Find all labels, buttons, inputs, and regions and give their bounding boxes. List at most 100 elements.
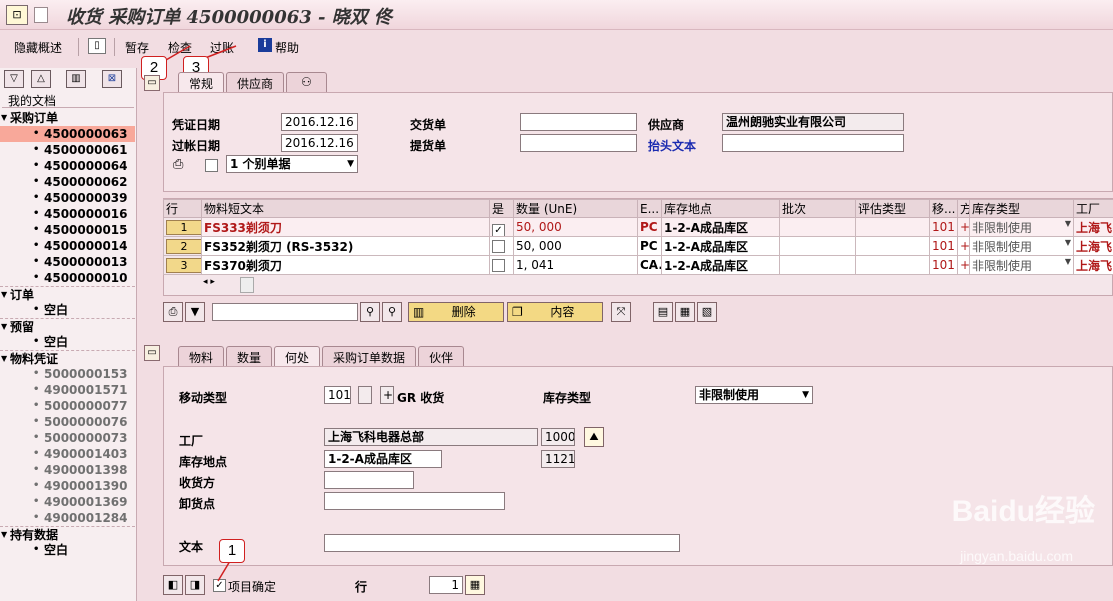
- grid-column-header[interactable]: 批次: [779, 199, 856, 218]
- ok-checkbox-cell[interactable]: ✓: [489, 217, 514, 237]
- unloading-point-field[interactable]: [324, 492, 505, 510]
- row-select-button[interactable]: 1: [166, 219, 201, 235]
- ok-checkbox-cell[interactable]: [489, 236, 514, 256]
- stock-type-select[interactable]: 非限制使用 ▼: [695, 386, 813, 404]
- grid-column-header[interactable]: 方: [957, 199, 970, 218]
- slip-option-select[interactable]: 1 个别单据 ▼: [226, 155, 358, 173]
- tree-item[interactable]: 4500000064: [0, 158, 135, 174]
- tab-people-icon[interactable]: ⚇: [286, 72, 327, 92]
- tree-item[interactable]: 4500000013: [0, 254, 135, 270]
- tree-group[interactable]: 持有数据: [0, 526, 135, 543]
- grid-cell-sloc[interactable]: 1-2-A成品库区: [661, 255, 780, 275]
- movement-type-field[interactable]: 101: [324, 386, 351, 404]
- tree-item[interactable]: 4500000014: [0, 238, 135, 254]
- ok-checkbox[interactable]: [492, 240, 505, 253]
- tree-item[interactable]: 4900001403: [0, 446, 135, 462]
- go-to-line-icon[interactable]: ▦: [465, 575, 485, 595]
- tree-item[interactable]: 4500000062: [0, 174, 135, 190]
- tree-item[interactable]: 4500000016: [0, 206, 135, 222]
- stock-type-cell[interactable]: 非限制使用 ▼: [969, 217, 1074, 237]
- expand-grid-icon[interactable]: ⤧: [611, 302, 631, 322]
- header-text-field[interactable]: [722, 134, 904, 152]
- line-field[interactable]: 1: [429, 576, 463, 594]
- tree-item[interactable]: 空白: [0, 542, 135, 558]
- filter-icon[interactable]: ▼: [185, 302, 205, 322]
- grid-cell-val[interactable]: [855, 217, 930, 237]
- storage-location-field[interactable]: 1-2-A成品库区: [324, 450, 442, 468]
- trash-icon[interactable]: ▥: [66, 70, 86, 88]
- row-select-button[interactable]: 2: [166, 238, 201, 254]
- notes-icon[interactable]: ▤: [653, 302, 673, 322]
- row-select-cell[interactable]: 2: [163, 236, 202, 256]
- tree-item[interactable]: 空白: [0, 334, 135, 350]
- tree-item[interactable]: 4500000063: [0, 126, 135, 142]
- grid-row[interactable]: 3FS370剃须刀 1, 041CA...1-2-A成品库区 101+非限制使用 ▼上…: [163, 255, 1113, 275]
- expand-icon[interactable]: ▽: [4, 70, 24, 88]
- new-document-icon[interactable]: ▯: [88, 38, 106, 54]
- grid-column-header[interactable]: 数量 (UnE): [513, 199, 638, 218]
- grid-print-icon[interactable]: ⎙: [163, 302, 183, 322]
- item-text-field[interactable]: [324, 534, 680, 552]
- find-next-icon[interactable]: ⚲: [382, 302, 402, 322]
- grid-scrollbar[interactable]: [240, 277, 254, 293]
- ok-checkbox[interactable]: ✓: [492, 223, 505, 236]
- tab-quantity[interactable]: 数量: [226, 346, 273, 366]
- tab-material[interactable]: 物料: [178, 346, 225, 366]
- stock-type-cell[interactable]: 非限制使用 ▼: [969, 255, 1074, 275]
- ok-checkbox[interactable]: [492, 259, 505, 272]
- tree-item[interactable]: 5000000073: [0, 430, 135, 446]
- ok-checkbox-cell[interactable]: [489, 255, 514, 275]
- grid-column-header[interactable]: 库存地点: [661, 199, 780, 218]
- collapse-icon[interactable]: △: [31, 70, 51, 88]
- tree-group[interactable]: 物料凭证: [0, 350, 135, 367]
- info-icon[interactable]: i: [258, 38, 272, 52]
- grid-column-header[interactable]: 移...: [929, 199, 958, 218]
- tab-general[interactable]: 常规: [178, 72, 225, 92]
- tree-item[interactable]: 4900001390: [0, 478, 135, 494]
- tree-group[interactable]: 预留: [0, 318, 135, 335]
- tree-group[interactable]: 订单: [0, 286, 135, 303]
- grid-cell-batch[interactable]: [779, 255, 856, 275]
- tree-item[interactable]: 5000000076: [0, 414, 135, 430]
- tree-item[interactable]: 4500000015: [0, 222, 135, 238]
- tab-partner[interactable]: 伙伴: [418, 346, 465, 366]
- grid-cell-qty[interactable]: 1, 041: [513, 255, 638, 275]
- header-text-link[interactable]: 抬头文本: [648, 137, 696, 154]
- grid-column-header[interactable]: 是: [489, 199, 514, 218]
- tree-item[interactable]: 4900001284: [0, 510, 135, 526]
- grid-cell-val[interactable]: [855, 236, 930, 256]
- delivery-note-field[interactable]: [520, 113, 637, 131]
- doc-date-field[interactable]: 2016.12.16: [281, 113, 358, 131]
- grid-column-header[interactable]: 工厂: [1073, 199, 1113, 218]
- grid-cell-batch[interactable]: [779, 236, 856, 256]
- tree-item[interactable]: 4500000039: [0, 190, 135, 206]
- grid-column-header[interactable]: 库存类型: [969, 199, 1074, 218]
- row-select-cell[interactable]: 3: [163, 255, 202, 275]
- print-checkbox[interactable]: [205, 159, 218, 172]
- plant-map-icon[interactable]: ⛰: [584, 427, 604, 447]
- tree-item[interactable]: 4500000010: [0, 270, 135, 286]
- menu-dropdown-icon[interactable]: [34, 7, 48, 23]
- tab-po-data[interactable]: 采购订单数据: [322, 346, 417, 366]
- grid-row[interactable]: 1 FS333剃须刀 ✓ 50, 000 PC 1-2-A成品库区 101 + 非限制使用 ▼ 上海…: [163, 217, 1113, 237]
- grid-cell-sloc[interactable]: 1-2-A成品库区: [661, 217, 780, 237]
- detail-collapse-icon[interactable]: ▭: [144, 345, 160, 361]
- chevron-down-icon[interactable]: ▼: [1065, 219, 1071, 228]
- help-button[interactable]: 帮助: [275, 39, 299, 56]
- close-overview-icon[interactable]: ⊠: [102, 70, 122, 88]
- tree-item[interactable]: 5000000077: [0, 398, 135, 414]
- grid-column-header[interactable]: 评估类型: [855, 199, 930, 218]
- grid-cell-val[interactable]: [855, 255, 930, 275]
- printer-icon[interactable]: ⎙: [173, 157, 183, 172]
- grid-search-field[interactable]: [212, 303, 358, 321]
- tree-item[interactable]: 4900001571: [0, 382, 135, 398]
- tree-item[interactable]: 5000000153: [0, 366, 135, 382]
- next-item-icon[interactable]: ◨: [185, 575, 205, 595]
- grid-row[interactable]: 2 FS352剃须刀 (RS-3532) 50, 000 PC 1-2-A成品库区 101…: [163, 236, 1113, 256]
- chevron-down-icon[interactable]: ▼: [1065, 238, 1071, 247]
- grid-cell-sloc[interactable]: 1-2-A成品库区: [661, 236, 780, 256]
- delete-button[interactable]: ▥ 删除: [408, 302, 504, 322]
- grid-column-header[interactable]: E...: [637, 199, 662, 218]
- grid-cell-qty[interactable]: 50, 000: [513, 236, 638, 256]
- recipient-field[interactable]: [324, 471, 414, 489]
